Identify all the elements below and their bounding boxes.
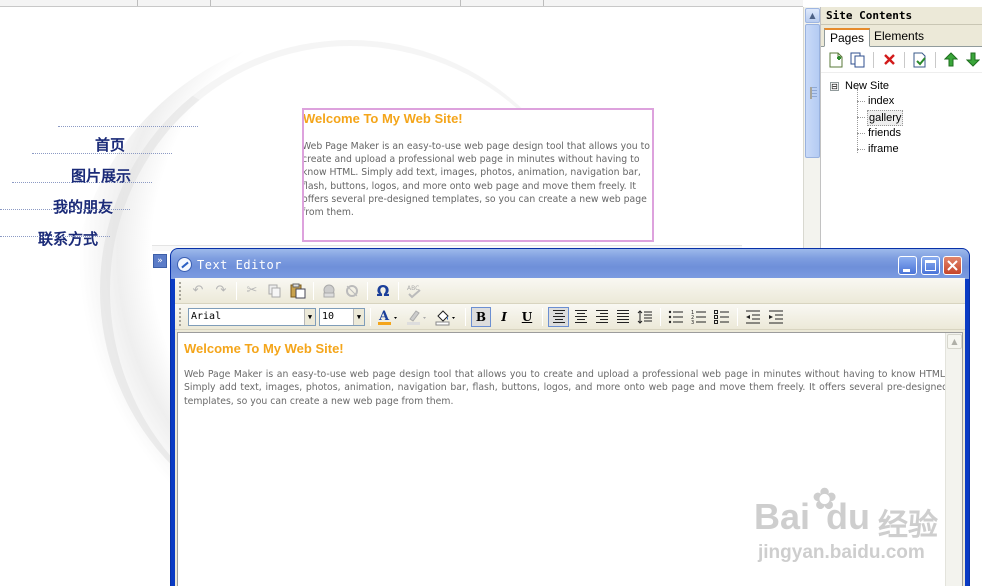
maximize-button[interactable] (921, 256, 940, 275)
app-icon (177, 257, 192, 272)
watermark-url: jingyan.baidu.com (758, 542, 925, 563)
nav-divider (58, 126, 198, 127)
tree-root[interactable]: ⊟ New Site (830, 79, 889, 93)
close-button[interactable] (943, 256, 962, 275)
tree-page-gallery[interactable]: gallery (867, 110, 904, 126)
scroll-thumb[interactable] (805, 24, 820, 158)
expand-panel-button[interactable]: » (153, 254, 167, 268)
nav-divider (0, 209, 130, 210)
bullet-list-icon[interactable] (666, 307, 686, 327)
font-family-value: Arial (191, 310, 222, 322)
watermark-text: du (826, 496, 870, 537)
undo-icon[interactable]: ↶ (188, 281, 208, 301)
content-heading: Welcome To My Web Site! (303, 111, 463, 126)
italic-button[interactable]: I (494, 307, 514, 327)
panel-tabs: Pages Elements (821, 25, 982, 47)
panel-title: Site Contents (821, 7, 982, 25)
align-center-icon[interactable] (572, 308, 590, 326)
tab-elements[interactable]: Elements (869, 28, 929, 47)
copy-icon[interactable] (265, 281, 285, 301)
spellcheck-icon[interactable]: ABC (404, 281, 424, 301)
delete-icon[interactable] (880, 51, 898, 69)
outdent-icon[interactable] (743, 307, 763, 327)
top-ruler (0, 0, 803, 7)
nav-divider (12, 182, 152, 183)
bold-button[interactable]: B (471, 306, 491, 327)
scroll-up-icon[interactable]: ▲ (947, 334, 962, 349)
editor-titlebar[interactable]: Text Editor (171, 249, 969, 279)
preview-icon[interactable] (911, 51, 929, 69)
editor-body[interactable]: Web Page Maker is an easy-to-use web pag… (184, 368, 948, 408)
paste-icon[interactable] (288, 281, 308, 301)
font-size-value: 10 (322, 310, 335, 322)
svg-text:A: A (378, 309, 390, 324)
site-tree: ⊟ New Site index gallery friends iframe (821, 79, 982, 179)
special-character-icon[interactable]: Ω (373, 281, 393, 301)
chevron-down-icon: ▼ (304, 308, 315, 325)
arrow-up-icon[interactable] (942, 51, 960, 69)
highlight-color-icon[interactable] (405, 307, 431, 327)
align-justify-icon[interactable] (614, 308, 632, 326)
chevron-down-icon: ▼ (353, 308, 364, 325)
font-color-icon[interactable]: A (376, 307, 402, 327)
nav-link-contact[interactable]: 联系方式 (38, 228, 98, 249)
tree-branch (857, 117, 865, 118)
tree-root-label: New Site (845, 80, 890, 92)
text-element-selected[interactable]: Welcome To My Web Site! Web Page Maker i… (302, 108, 654, 242)
nav-divider (32, 153, 172, 154)
editor-title: Text Editor (197, 258, 282, 272)
tree-guide (857, 89, 858, 153)
watermark-text: Bai (754, 496, 811, 537)
indent-icon[interactable] (766, 307, 786, 327)
tree-branch (857, 101, 865, 102)
checklist-icon[interactable] (712, 307, 732, 327)
tree-page-friends[interactable]: friends (867, 126, 902, 140)
tree-branch (857, 149, 865, 150)
tree-page-index[interactable]: index (867, 94, 895, 108)
editor-heading[interactable]: Welcome To My Web Site! (184, 341, 344, 356)
line-spacing-icon[interactable] (635, 307, 655, 327)
new-page-icon[interactable] (827, 51, 845, 69)
editor-toolbar-edit: ↶ ↷ ✂ Ω ABC (175, 278, 965, 304)
numbered-list-icon[interactable]: 123 (689, 307, 709, 327)
collapse-icon[interactable]: ⊟ (830, 82, 839, 91)
nav-divider (0, 236, 110, 237)
tab-pages[interactable]: Pages (824, 28, 871, 47)
cut-icon[interactable]: ✂ (242, 281, 262, 301)
duplicate-icon[interactable] (849, 51, 867, 69)
watermark-text: 经验 (878, 509, 938, 542)
editor-toolbar-format: Arial ▼ 10 ▼ A B I U 1 2 3 (175, 304, 965, 330)
insert-link-icon[interactable] (319, 281, 339, 301)
scroll-up-icon[interactable]: ▲ (805, 8, 820, 23)
nav-link-home[interactable]: 首页 (95, 134, 125, 155)
app-root: 首页 图片展示 我的朋友 联系方式 Welcome To My Web Site… (0, 0, 982, 586)
baidu-watermark: Bai ✿ du 经验 jingyan.baidu.com (752, 483, 982, 584)
remove-link-icon[interactable] (342, 281, 362, 301)
minimize-button[interactable] (898, 256, 917, 275)
align-left-icon[interactable] (548, 306, 569, 327)
content-body: Web Page Maker is an easy-to-use web pag… (302, 141, 650, 219)
panel-toolbar (821, 47, 982, 73)
redo-icon[interactable]: ↷ (211, 281, 231, 301)
font-family-select[interactable]: Arial ▼ (188, 307, 316, 326)
font-size-select[interactable]: 10 ▼ (319, 307, 365, 326)
arrow-down-icon[interactable] (964, 51, 982, 69)
nav-link-friends[interactable]: 我的朋友 (53, 196, 113, 217)
background-color-icon[interactable] (434, 307, 460, 327)
svg-text:3: 3 (691, 320, 694, 325)
underline-button[interactable]: U (517, 307, 537, 327)
tree-page-iframe[interactable]: iframe (867, 142, 900, 156)
tree-branch (857, 133, 865, 134)
align-right-icon[interactable] (593, 308, 611, 326)
